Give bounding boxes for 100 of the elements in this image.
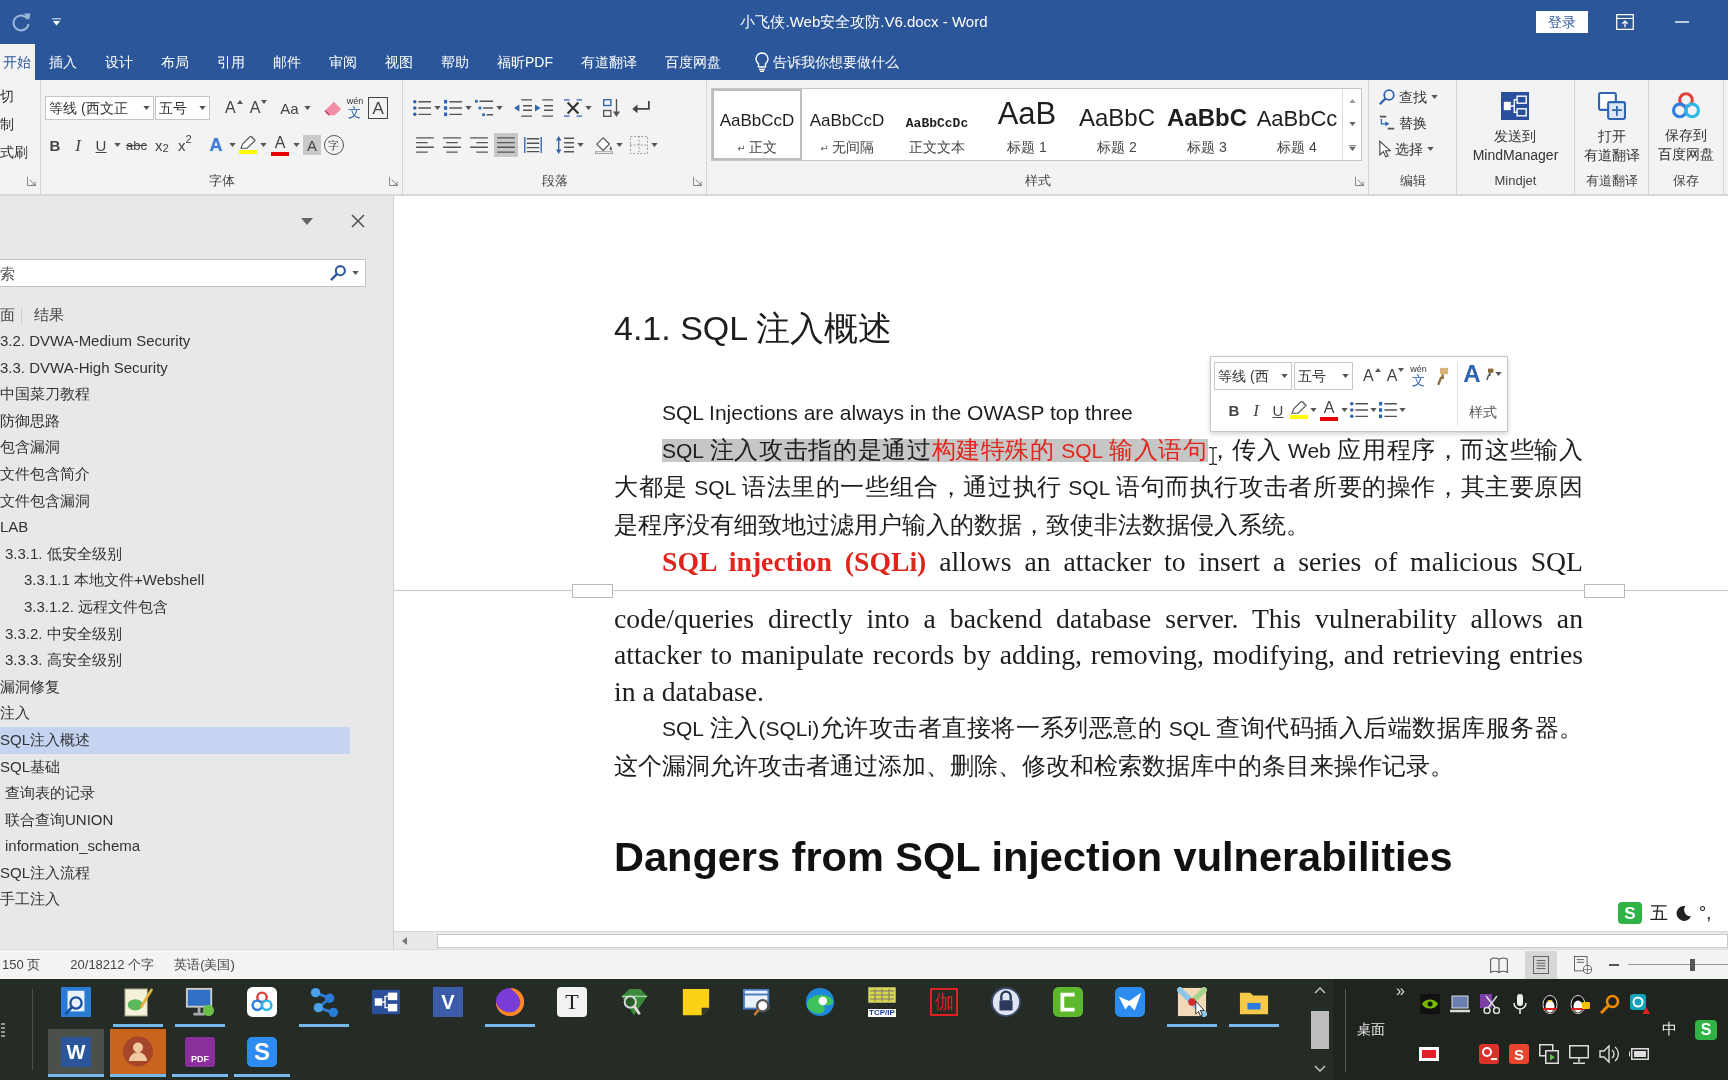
italic-button[interactable]: I	[1246, 398, 1266, 422]
styles-button[interactable]: A	[1463, 362, 1502, 386]
strikethrough-button[interactable]: abc	[124, 133, 149, 157]
ribbon-tab[interactable]: 福昕PDF	[483, 44, 567, 80]
ribbon-tab[interactable]: 插入	[35, 44, 91, 80]
character-border-button[interactable]: A	[368, 97, 389, 119]
input-language-button[interactable]: 中	[1662, 1018, 1677, 1041]
dropdown-caret-icon[interactable]	[577, 143, 584, 147]
underline-button[interactable]: U	[1268, 398, 1288, 422]
increase-indent-icon[interactable]	[535, 99, 553, 117]
outline-item[interactable]: 3.3.1.1 本地文件+Webshell	[0, 567, 350, 594]
add-in-button[interactable]: 发送到 MindManager	[1472, 92, 1559, 168]
bullet-list-icon[interactable]	[413, 99, 431, 117]
dropdown-caret-icon[interactable]	[651, 143, 658, 147]
close-icon[interactable]	[351, 214, 365, 228]
taskbar-button[interactable]: W	[48, 1029, 104, 1074]
style-option[interactable]: AaB 标题 1	[982, 89, 1072, 160]
dialog-launcher-icon[interactable]	[27, 176, 36, 186]
gem-magnifier-icon[interactable]	[619, 986, 649, 1017]
outline-item[interactable]: 注入	[0, 700, 350, 727]
scrollbar-thumb[interactable]	[437, 933, 1728, 948]
dropdown-caret-icon[interactable]	[434, 106, 441, 110]
sticky-note-icon[interactable]	[681, 986, 711, 1017]
underline-button[interactable]: U	[91, 133, 111, 157]
paper-plane-icon[interactable]	[1115, 986, 1145, 1017]
search-field[interactable]: 索	[0, 259, 366, 287]
screen-play-icon[interactable]	[1539, 1044, 1559, 1064]
style-option[interactable]: AaBbC 标题 3	[1162, 89, 1252, 160]
monitor-icon[interactable]	[1569, 1044, 1589, 1064]
dropdown-caret-icon[interactable]	[303, 106, 311, 110]
shrink-font-button[interactable]: A	[1384, 364, 1407, 388]
dropdown-caret-icon[interactable]	[1341, 408, 1348, 412]
text-effects-button[interactable]: A	[205, 133, 226, 157]
dropdown-caret-icon[interactable]	[143, 106, 150, 110]
clipboard-command[interactable]: 式刷	[0, 138, 40, 166]
dropdown-caret-icon[interactable]	[1431, 95, 1438, 99]
style-option[interactable]: AaBbCcDc 正文文本	[892, 89, 982, 160]
letter-tile-icon[interactable]: S	[1509, 1044, 1529, 1064]
bracket-tile-icon[interactable]	[1053, 986, 1083, 1017]
scroll-thumb[interactable]	[1310, 1010, 1329, 1049]
dropdown-caret-icon[interactable]	[1399, 408, 1406, 412]
dialog-launcher-icon[interactable]	[693, 176, 702, 186]
outline-item[interactable]: LAB	[0, 514, 350, 541]
decrease-indent-icon[interactable]	[514, 99, 532, 117]
outline-item[interactable]: 文件包含简介	[0, 460, 350, 488]
dropdown-caret-icon[interactable]	[1281, 374, 1288, 378]
punctuation-mode-label[interactable]: °,	[1699, 899, 1712, 927]
letter-tile-icon[interactable]: V	[433, 986, 463, 1017]
clipboard-command[interactable]: 制	[0, 110, 40, 138]
outline-item[interactable]: SQL注入流程	[0, 859, 350, 887]
record-indicator-icon[interactable]	[1419, 1044, 1439, 1064]
clipboard-command[interactable]: 切	[0, 82, 40, 110]
slider-thumb[interactable]	[1690, 958, 1695, 971]
document-tile-icon[interactable]: PDF	[185, 1036, 215, 1067]
ribbon-tab[interactable]: 邮件	[259, 44, 315, 80]
ribbon-tab[interactable]: 视图	[371, 44, 427, 80]
superscript-button[interactable]: x$^{2}$	[174, 133, 195, 157]
highlighter-pen-icon[interactable]	[238, 136, 257, 150]
line-spacing-icon[interactable]	[556, 136, 574, 154]
numbered-list-icon[interactable]	[444, 99, 462, 117]
dropdown-caret-icon[interactable]	[114, 143, 121, 147]
font-color-button[interactable]: A	[1319, 399, 1339, 417]
search-icon[interactable]	[330, 265, 346, 281]
sort-icon[interactable]	[603, 99, 621, 117]
phonetic-guide-button[interactable]: wén 文	[344, 96, 366, 120]
map-pin-icon[interactable]	[1177, 986, 1207, 1017]
padlock-icon[interactable]	[991, 986, 1021, 1017]
font-size-dropdown[interactable]: 五号	[155, 96, 210, 120]
eraser-icon[interactable]	[323, 99, 342, 117]
chevron-down-icon[interactable]	[1313, 1065, 1326, 1072]
tell-me-search[interactable]: 告诉我你想要做什么	[755, 44, 899, 80]
moon-icon[interactable]	[1676, 905, 1691, 921]
chevron-up-icon[interactable]	[1313, 987, 1326, 994]
outline-item[interactable]: 联合查询UNION	[0, 806, 350, 834]
numbered-list-icon[interactable]	[1379, 401, 1397, 419]
ribbon-display-icon[interactable]	[1616, 14, 1634, 30]
ribbon-tab[interactable]: 布局	[147, 44, 203, 80]
grip-icon[interactable]	[1, 1022, 5, 1037]
horizontal-scrollbar[interactable]	[394, 931, 1728, 949]
dropdown-arrow-icon[interactable]	[301, 217, 313, 225]
expand-gallery-icon[interactable]	[1348, 144, 1356, 151]
nav-tab[interactable]: 结果	[34, 304, 64, 327]
circular-arrow-icon[interactable]	[11, 12, 31, 32]
outline-item[interactable]: SQL基础	[0, 753, 350, 781]
ribbon-tab[interactable]: 有道翻译	[567, 44, 651, 80]
connected-dots-icon[interactable]	[309, 986, 339, 1017]
avatar-tile-icon[interactable]	[110, 1029, 166, 1074]
ring-tile-icon[interactable]	[1479, 1044, 1499, 1064]
crescent-globe-icon[interactable]	[495, 986, 525, 1017]
style-option[interactable]: AaBbC 标题 2	[1072, 89, 1162, 160]
outline-item[interactable]: 3.3. DVWA-High Security	[0, 354, 350, 382]
ribbon-tab[interactable]: 帮助	[427, 44, 483, 80]
style-option[interactable]: AaBbCc 标题 4	[1252, 89, 1342, 160]
find-button[interactable]: 查找	[1379, 84, 1438, 110]
font-size-dropdown[interactable]: 五号	[1294, 362, 1353, 390]
laptop-icon[interactable]	[1450, 994, 1470, 1014]
alert-tile-icon[interactable]	[1630, 994, 1650, 1014]
dropdown-caret-icon[interactable]	[616, 143, 623, 147]
desktop-label[interactable]: 桌面	[1357, 1019, 1385, 1040]
bold-button[interactable]: B	[45, 133, 65, 157]
